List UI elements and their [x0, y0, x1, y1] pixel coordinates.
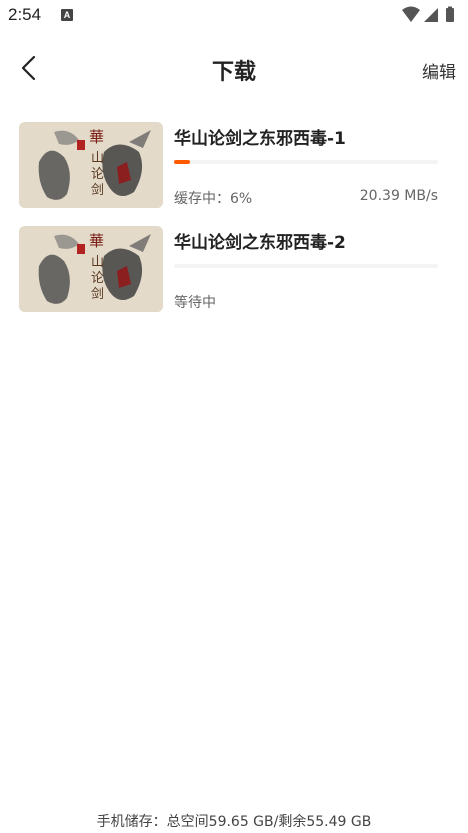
- status-time: 2:54: [8, 5, 42, 24]
- download-screen: 2:54 A 下载 编辑 華 山 论 剑 华山论剑之东邪西毒-1 缓存中：6% …: [0, 0, 468, 833]
- status-bar: 2:54 A: [0, 0, 468, 32]
- system-status-icons: [402, 6, 454, 22]
- download-item[interactable]: 華 山 论 剑 华山论剑之东邪西毒-2 等待中: [0, 226, 468, 320]
- download-progress-bar: [174, 160, 438, 164]
- svg-text:華: 華: [89, 232, 104, 250]
- svg-text:论: 论: [91, 271, 104, 286]
- svg-text:剑: 剑: [91, 182, 104, 198]
- download-status: 等待中: [174, 295, 216, 311]
- download-status: 缓存中：6%: [174, 191, 253, 207]
- storage-info: 手机储存：总空间59.65 GB/剩余55.49 GB: [96, 814, 372, 830]
- download-item[interactable]: 華 山 论 剑 华山论剑之东邪西毒-1 缓存中：6% 20.39 MB/s: [0, 122, 468, 216]
- download-title: 华山论剑之东邪西毒-2: [174, 233, 346, 253]
- svg-text:剑: 剑: [91, 286, 104, 302]
- svg-text:论: 论: [91, 167, 104, 182]
- wifi-icon: [402, 6, 420, 22]
- page-title: 下载: [211, 60, 256, 85]
- notification-icon: A: [61, 9, 73, 21]
- download-progress-bar: [174, 264, 438, 268]
- download-progress-fill: [174, 160, 190, 164]
- video-thumbnail: 華 山 论 剑: [19, 122, 163, 208]
- video-thumbnail: 華 山 论 剑: [19, 226, 163, 312]
- app-header: 下载 编辑: [0, 40, 468, 96]
- battery-icon: [446, 8, 454, 22]
- svg-text:山: 山: [91, 151, 104, 166]
- svg-text:山: 山: [91, 255, 104, 270]
- signal-icon: [424, 8, 438, 22]
- download-speed: 20.39 MB/s: [359, 188, 438, 204]
- edit-button[interactable]: 编辑: [422, 58, 456, 83]
- svg-text:華: 華: [89, 128, 104, 146]
- download-title: 华山论剑之东邪西毒-1: [174, 129, 346, 149]
